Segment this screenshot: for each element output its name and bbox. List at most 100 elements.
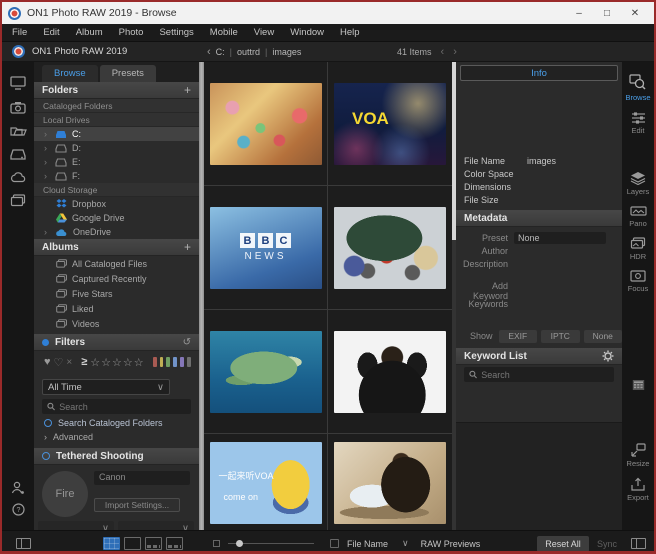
compare-view-icon[interactable] <box>166 537 183 550</box>
breadcrumb-folder[interactable]: outtrd <box>237 47 260 57</box>
cloud-icon[interactable] <box>10 172 27 183</box>
menu-album[interactable]: Album <box>76 27 103 38</box>
grid-cell[interactable]: 一起来听VOA come on <box>204 434 328 530</box>
greater-equal-icon[interactable]: ≥ <box>81 356 87 368</box>
add-album-icon[interactable]: + <box>184 240 191 254</box>
module-layers[interactable]: Layers <box>627 171 650 196</box>
menu-mobile[interactable]: Mobile <box>210 27 238 38</box>
thumbnail-voa-bridge[interactable]: VOA <box>334 83 446 165</box>
dual-pane-icon[interactable] <box>631 538 646 549</box>
photos-stack-icon[interactable] <box>10 194 26 207</box>
module-hdr[interactable]: HDR <box>630 237 646 261</box>
keyword-search-field[interactable] <box>464 367 614 382</box>
tethered-dropdown-1[interactable]: ∨ <box>38 521 114 530</box>
advanced-disclosure[interactable]: › Advanced <box>34 430 199 444</box>
cloud-item-google-drive[interactable]: Google Drive <box>34 211 199 225</box>
menu-view[interactable]: View <box>254 27 274 38</box>
tab-presets[interactable]: Presets <box>100 65 156 82</box>
breadcrumb-drive[interactable]: C: <box>216 47 225 57</box>
keyword-list-header[interactable]: Keyword List <box>456 348 622 365</box>
minimize-button[interactable]: – <box>566 4 592 22</box>
close-button[interactable]: ✕ <box>622 4 648 22</box>
cloud-storage-label[interactable]: Cloud Storage <box>34 183 199 197</box>
user-icon[interactable] <box>11 481 25 495</box>
drive-item-e[interactable]: › E: <box>34 155 199 169</box>
fire-button[interactable]: Fire <box>42 471 88 517</box>
chevron-right-icon[interactable]: › <box>44 129 50 139</box>
filters-reset-icon[interactable]: ↺ <box>183 337 191 348</box>
preset-select[interactable]: None <box>514 232 606 244</box>
grid-cell[interactable] <box>328 310 452 433</box>
thumbnail-bbc-news[interactable]: B B C NEWS <box>210 207 322 289</box>
back-icon[interactable]: ‹ <box>207 46 211 58</box>
drive-icon[interactable] <box>10 149 26 161</box>
cloud-item-onedrive[interactable]: › OneDrive <box>34 225 199 239</box>
tab-browse[interactable]: Browse <box>42 65 98 82</box>
albums-panel-header[interactable]: Albums + <box>34 239 199 256</box>
thumbnail-size-slider[interactable] <box>228 543 314 544</box>
none-button[interactable]: None <box>584 330 622 343</box>
thumbnail-sea-turtle[interactable] <box>210 331 322 413</box>
tethered-panel-header[interactable]: Tethered Shooting <box>34 448 199 465</box>
menu-settings[interactable]: Settings <box>159 27 193 38</box>
search-cataloged-checkbox[interactable]: Search Cataloged Folders <box>34 416 199 430</box>
time-range-select[interactable]: All Time ∨ <box>42 379 170 395</box>
module-focus[interactable]: Focus <box>628 270 648 293</box>
thumbnail-old-car-cartoon[interactable] <box>334 207 446 289</box>
metadata-panel-header[interactable]: Metadata <box>456 210 622 227</box>
heart-outline-icon[interactable]: ♡ <box>54 356 64 369</box>
info-button[interactable]: Info <box>460 65 618 81</box>
thumbnail-woman[interactable] <box>334 331 446 413</box>
monitor-icon[interactable] <box>10 76 26 90</box>
color-swatch-purple[interactable] <box>180 357 184 367</box>
filters-panel-header[interactable]: Filters ↺ <box>34 334 199 351</box>
prev-icon[interactable]: ‹ <box>441 46 445 58</box>
grid-cell[interactable]: B B C NEWS <box>204 186 328 309</box>
cataloged-folders-label[interactable]: Cataloged Folders <box>34 99 199 113</box>
grid-view-icon[interactable] <box>103 537 120 550</box>
menu-file[interactable]: File <box>12 27 27 38</box>
gear-icon[interactable] <box>602 350 614 362</box>
tethered-dropdown-2[interactable]: ∨ <box>118 521 194 530</box>
color-swatch-green[interactable] <box>166 357 170 367</box>
local-drives-label[interactable]: Local Drives <box>34 113 199 127</box>
menu-window[interactable]: Window <box>290 27 324 38</box>
menu-help[interactable]: Help <box>340 27 360 38</box>
label-checkbox[interactable] <box>330 539 339 548</box>
chevron-right-icon[interactable]: › <box>44 143 50 153</box>
album-item-five-stars[interactable]: Five Stars <box>34 286 199 301</box>
color-swatch-gray[interactable] <box>187 357 191 367</box>
module-browse[interactable]: Browse <box>625 74 650 102</box>
camera-icon[interactable] <box>10 101 26 114</box>
filmstrip-view-icon[interactable] <box>145 537 162 550</box>
menu-edit[interactable]: Edit <box>43 27 59 38</box>
add-folder-icon[interactable]: + <box>184 83 191 97</box>
grid-cell[interactable]: VOA <box>328 62 452 185</box>
menu-photo[interactable]: Photo <box>119 27 144 38</box>
chevron-right-icon[interactable]: › <box>44 171 50 181</box>
keyword-search-input[interactable] <box>481 370 609 380</box>
drive-item-d[interactable]: › D: <box>34 141 199 155</box>
album-item-all-cataloged[interactable]: All Cataloged Files <box>34 256 199 271</box>
grid-cell[interactable] <box>328 434 452 530</box>
grid-scrollbar[interactable] <box>452 62 456 530</box>
iptc-button[interactable]: IPTC <box>541 330 580 343</box>
sort-by-value[interactable]: File Name <box>347 539 388 549</box>
color-swatch-blue[interactable] <box>173 357 177 367</box>
grid-cell[interactable] <box>204 62 328 185</box>
module-edit[interactable]: Edit <box>631 111 646 135</box>
grid-cell[interactable] <box>328 186 452 309</box>
breadcrumb-current[interactable]: images <box>272 47 301 57</box>
thumbnail-classroom-cartoon[interactable] <box>210 83 322 165</box>
chevron-right-icon[interactable]: › <box>44 157 50 167</box>
sidebar-toggle-icon[interactable] <box>16 538 31 549</box>
filters-search-input[interactable] <box>59 402 186 412</box>
exif-button[interactable]: EXIF <box>499 330 538 343</box>
grid-cell[interactable] <box>204 310 328 433</box>
chevron-down-icon[interactable]: ∨ <box>402 538 409 549</box>
tethered-toggle-icon[interactable] <box>42 452 50 460</box>
next-icon[interactable]: › <box>453 46 457 58</box>
raw-previews-label[interactable]: RAW Previews <box>421 539 481 549</box>
thumbnail-minion-voa[interactable]: 一起来听VOA come on <box>210 442 322 524</box>
album-item-videos[interactable]: Videos <box>34 316 199 331</box>
